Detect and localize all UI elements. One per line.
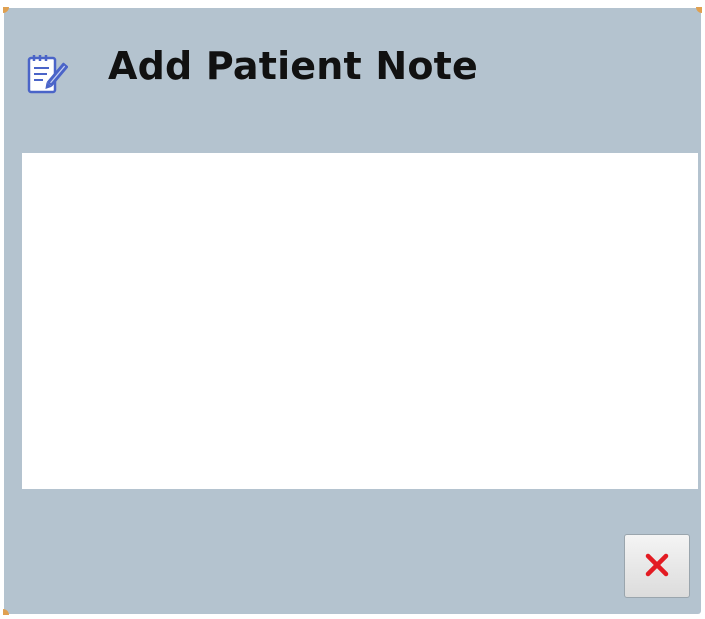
patient-note-input[interactable]: [22, 153, 698, 489]
dialog-title: Add Patient Note: [108, 44, 478, 88]
corner-accent: [3, 609, 9, 615]
close-button[interactable]: [624, 534, 690, 598]
dialog-header: Add Patient Note: [4, 8, 701, 148]
note-edit-icon: [26, 52, 69, 96]
add-patient-note-dialog: Add Patient Note: [3, 7, 702, 615]
close-icon: [644, 552, 670, 581]
